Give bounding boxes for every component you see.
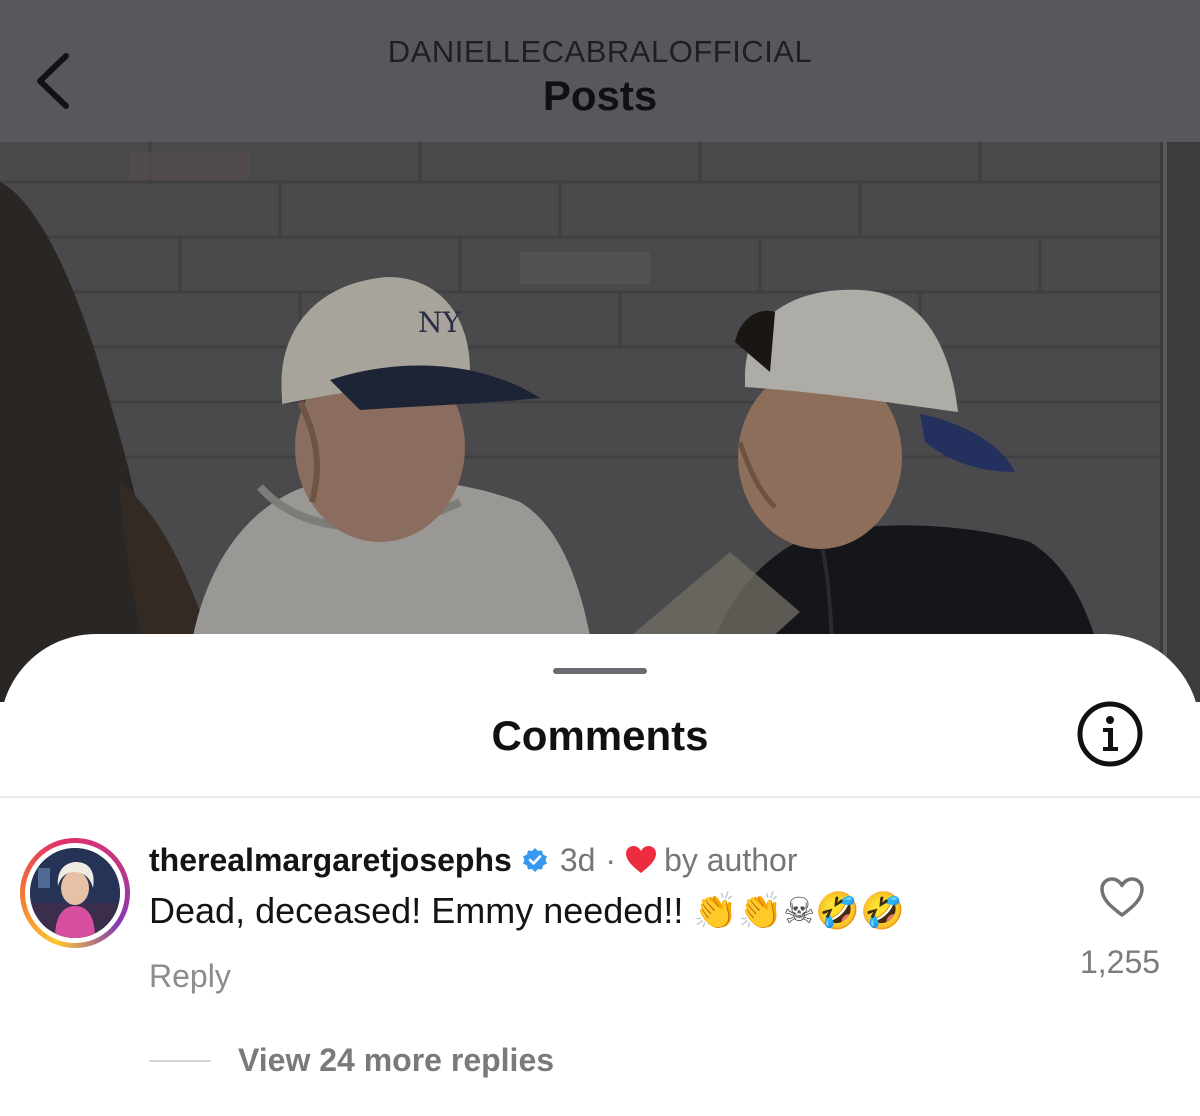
avatar-photo xyxy=(30,848,120,938)
info-icon[interactable] xyxy=(1077,701,1143,767)
replies-divider-line xyxy=(149,1060,211,1062)
header-account-name: DANIELLECABRALOFFICIAL xyxy=(387,34,813,69)
rofl-emoji: 🤣 xyxy=(815,891,861,932)
clap-emoji: 👏 xyxy=(738,891,783,932)
comments-title: Comments xyxy=(491,712,709,759)
heart-icon xyxy=(626,846,657,873)
comments-sheet: Comments therealmargaretjosephs 3d · by … xyxy=(0,634,1200,1116)
comment-text: Dead, deceased! Emmy needed!! 👏👏☠🤣🤣 xyxy=(149,890,905,932)
sheet-divider xyxy=(0,796,1200,798)
heart-outline-icon[interactable] xyxy=(1098,874,1146,920)
sheet-grabber-handle[interactable] xyxy=(553,668,647,674)
view-replies-button[interactable]: View 24 more replies xyxy=(238,1042,554,1079)
post-media: NY xyxy=(0,142,1200,702)
comment-meta: therealmargaretjosephs 3d · by author xyxy=(149,840,797,880)
post-photo: NY xyxy=(0,142,1200,702)
meta-separator: · xyxy=(605,841,617,878)
rofl-emoji: 🤣 xyxy=(860,891,905,932)
comment-body: Dead, deceased! Emmy needed!! xyxy=(149,890,694,931)
header-bar: DANIELLECABRALOFFICIAL Posts xyxy=(0,0,1200,142)
liked-by-author-label: by author xyxy=(664,841,798,878)
reply-button[interactable]: Reply xyxy=(149,958,231,995)
avatar xyxy=(30,848,120,938)
like-count: 1,255 xyxy=(1079,944,1161,980)
avatar-story-ring[interactable] xyxy=(20,838,130,948)
skull-emoji: ☠ xyxy=(782,891,816,932)
header-title: Posts xyxy=(542,72,658,119)
comment-timestamp: 3d xyxy=(559,841,596,878)
comment-username[interactable]: therealmargaretjosephs xyxy=(149,842,512,879)
verified-badge-icon xyxy=(522,848,547,872)
clap-emoji: 👏 xyxy=(693,891,739,932)
svg-text:NY: NY xyxy=(418,306,462,339)
